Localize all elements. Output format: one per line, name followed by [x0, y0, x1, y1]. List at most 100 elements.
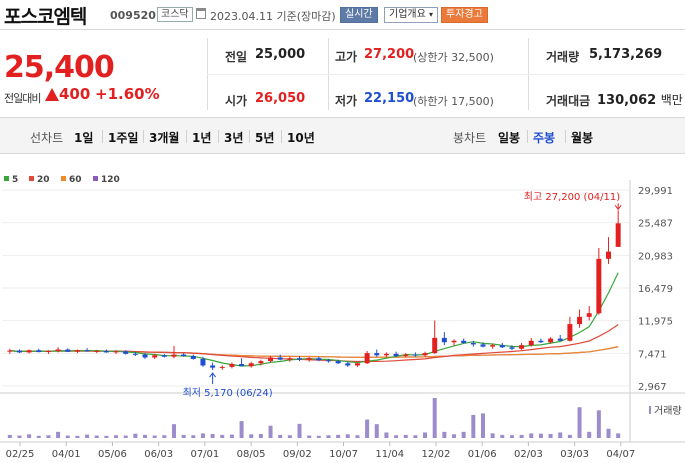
candle-body [480, 344, 486, 347]
volume-bar [17, 435, 22, 438]
chevron-down-icon: ▾ [429, 10, 434, 19]
candle-body [7, 350, 13, 352]
candle-body [422, 353, 428, 356]
volume-bar [587, 431, 592, 438]
candle-body [74, 350, 80, 352]
investment-warning-badge[interactable]: 투자경고 [441, 7, 488, 23]
candle-body [432, 337, 438, 354]
candle-body [470, 342, 476, 345]
candle-body [210, 365, 216, 368]
candle-period-tab[interactable]: 일봉 [498, 129, 520, 146]
tab-separator [249, 130, 250, 143]
volume-bar [509, 435, 514, 438]
line-chart-label: 선차트 [30, 131, 64, 145]
change-percent: +1.60% [95, 85, 160, 103]
volume-bar [403, 434, 408, 438]
stock-code: 009520 [110, 9, 156, 22]
x-tick-label: 02/03 [514, 449, 543, 460]
candle-body [606, 251, 612, 259]
candle-body [316, 358, 322, 361]
x-tick-label: 04/07 [606, 449, 635, 460]
x-tick-label: 09/02 [283, 449, 312, 460]
candle-period-tab[interactable]: 월봉 [571, 129, 593, 146]
line-period-tab[interactable]: 3년 [224, 129, 243, 146]
candle-body [16, 350, 22, 353]
volume-bar [181, 434, 186, 438]
y-tick-label: 2,967 [638, 382, 667, 393]
current-price: 25,400 [4, 50, 115, 85]
low-value: 22,150 [364, 91, 415, 106]
volume-legend-swatch [649, 406, 651, 414]
company-info-dropdown[interactable]: 기업개요 ▾ [384, 7, 439, 23]
line-period-tab[interactable]: 5년 [255, 129, 274, 146]
volume-bar [336, 434, 341, 438]
candle-body [152, 355, 158, 358]
change-value: 400 [59, 85, 91, 103]
volume-bar [114, 435, 119, 438]
stock-chart[interactable]: 5 20 60 120 29,991 25,487 20,983 16,479 11,975 7,… [0, 154, 685, 463]
x-tick-label: 08/05 [237, 449, 266, 460]
x-tick-label: 07/01 [190, 449, 219, 460]
candle-body [528, 340, 534, 346]
volume-bar [326, 435, 331, 438]
price-date: 2023.04.11 기준(장마감) [210, 8, 336, 24]
candle-body [190, 356, 196, 359]
volume-bar [191, 435, 196, 438]
volume-bar [152, 435, 157, 438]
volume-bar [27, 434, 32, 438]
legend-swatch [4, 176, 9, 181]
volume-bar [268, 425, 273, 438]
volume-bar [558, 432, 563, 438]
y-tick-label: 25,487 [638, 219, 673, 230]
candle-period-tab[interactable]: 주봉 [533, 129, 555, 146]
candle-body [461, 340, 467, 343]
volume-bar [297, 423, 302, 438]
tab-separator [527, 130, 528, 143]
volume-bar [46, 435, 51, 438]
candlestick-chart[interactable]: 5 20 60 120 29,991 25,487 20,983 16,479 11,975 7,… [0, 154, 685, 463]
volume-label: 거래량 [546, 50, 580, 64]
line-period-tab[interactable]: 1년 [192, 129, 211, 146]
candle-body [383, 353, 389, 356]
candle-body [403, 354, 409, 357]
volume-bar [229, 434, 234, 438]
amount-value: 130,062 백만 [597, 91, 683, 108]
x-tick-label: 06/03 [144, 449, 173, 460]
volume-bar [606, 428, 611, 438]
x-tick-label: 03/03 [560, 449, 589, 460]
company-info-label: 기업개요 [389, 9, 426, 20]
volume-bar [480, 413, 485, 438]
candle-body [335, 361, 341, 364]
realtime-button[interactable]: 실시간 [340, 7, 378, 23]
legend-swatch [29, 176, 34, 181]
tab-separator [186, 130, 187, 143]
x-tick-label: 02/25 [6, 449, 35, 460]
volume-bar [56, 431, 61, 438]
amount-number: 130,062 [597, 93, 657, 108]
candle-body [354, 363, 360, 366]
candle-body [277, 357, 283, 360]
line-period-tab[interactable]: 10년 [287, 129, 315, 146]
volume-bar [374, 424, 379, 438]
candle-body [113, 351, 119, 353]
line-period-tab[interactable]: 3개월 [149, 129, 179, 146]
candle-body [412, 354, 418, 356]
prev-close-label: 전일 [225, 50, 248, 64]
candle-body [258, 361, 264, 364]
candle-body [268, 357, 274, 362]
candle-body [567, 324, 573, 341]
line-period-tab[interactable]: 1일 [74, 129, 93, 146]
candle-body [364, 353, 370, 364]
y-tick-label: 11,975 [638, 317, 673, 328]
candle-body [287, 358, 293, 360]
x-tick-label: 12/02 [422, 449, 451, 460]
x-tick-label: 01/06 [468, 449, 497, 460]
legend-swatch [93, 176, 98, 181]
candle-body [229, 364, 235, 367]
candle-body [84, 350, 90, 352]
line-period-tab[interactable]: 1주일 [108, 129, 138, 146]
candle-body [132, 353, 138, 355]
change-label: 전일대비 [4, 92, 41, 105]
candle-body [36, 350, 42, 353]
volume-bar [616, 433, 621, 438]
